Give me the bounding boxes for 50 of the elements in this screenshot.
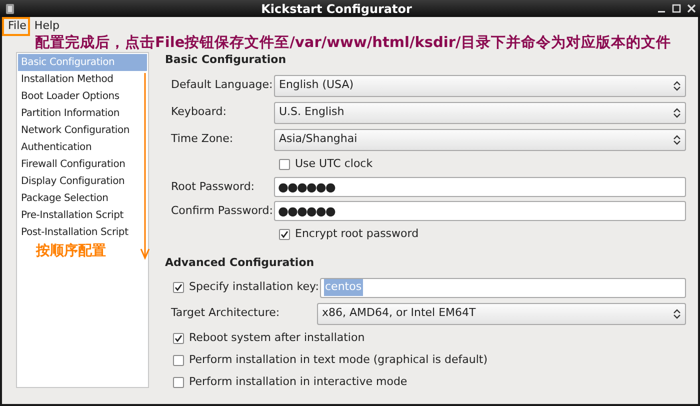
sidebar-item[interactable]: Partition Information	[18, 105, 147, 122]
updown-icon	[673, 134, 681, 146]
checkbox-label[interactable]: Use UTC clock	[295, 156, 373, 172]
highlight-frame	[2, 17, 30, 36]
annotation-note: 按顺序配置	[36, 242, 106, 261]
dropdown[interactable]: x86, AMD64, or Intel EM64T	[317, 302, 686, 324]
checkbox[interactable]	[279, 158, 290, 170]
selected-text: centos	[324, 279, 363, 296]
checkbox[interactable]	[173, 354, 184, 366]
sidebar-item[interactable]: Pre-Installation Script	[18, 207, 147, 224]
field-label: Confirm Password:	[171, 202, 274, 219]
menu-item[interactable]: Help	[30, 18, 64, 34]
field-label: Default Language:	[171, 77, 274, 94]
updown-icon	[673, 106, 681, 118]
updown-icon	[673, 308, 681, 320]
sidebar-item[interactable]: Installation Method	[18, 71, 147, 88]
input-field[interactable]: ●●●●●●	[274, 201, 686, 221]
sidebar-item[interactable]: Package Selection	[18, 190, 147, 207]
updown-icon	[673, 80, 681, 92]
section-heading: Basic Configuration	[165, 52, 288, 68]
checkbox-label[interactable]: Perform installation in interactive mode	[189, 374, 408, 390]
app-icon	[4, 2, 16, 14]
field-label: Root Password:	[171, 178, 256, 195]
checkbox[interactable]	[279, 228, 290, 240]
sidebar-item[interactable]: Firewall Configuration	[18, 156, 147, 173]
checkbox-label[interactable]: Specify installation key:	[189, 279, 320, 296]
sidebar-item[interactable]: Post-Installation Script	[18, 224, 147, 241]
sidebar-item[interactable]: Boot Loader Options	[18, 88, 147, 105]
dropdown[interactable]: English (USA)	[274, 74, 686, 96]
menu-item[interactable]: File	[4, 18, 30, 34]
field-label: Keyboard:	[171, 104, 228, 120]
checkbox-label[interactable]: Encrypt root password	[295, 226, 419, 242]
field-label: Target Architecture:	[171, 305, 281, 322]
dropdown[interactable]: U.S. English	[274, 102, 686, 124]
dropdown[interactable]: Asia/Shanghai	[274, 128, 686, 150]
sidebar-item[interactable]: Display Configuration	[18, 173, 147, 190]
checkbox[interactable]	[173, 376, 184, 388]
sidebar-item[interactable]: Network Configuration	[18, 122, 147, 139]
checkbox[interactable]	[173, 332, 184, 344]
sidebar-item[interactable]: Authentication	[18, 139, 147, 156]
close-icon[interactable]	[687, 4, 696, 13]
input-field[interactable]: ●●●●●●	[274, 177, 686, 197]
checkbox-label[interactable]: Perform installation in text mode (graphical is default)	[189, 352, 488, 368]
field-label: Time Zone:	[171, 131, 234, 148]
window-title: Kickstart Configurator	[260, 0, 413, 18]
annotation-note: 配置完成后，点击File按钮保存文件至/var/www/html/ksdir/目录下并命令为对应版本的文件	[34, 35, 672, 52]
section-heading: Advanced Configuration	[165, 255, 316, 271]
checkbox-label[interactable]: Reboot system after installation	[189, 330, 365, 346]
checkbox[interactable]	[173, 282, 184, 293]
maximize-icon[interactable]	[672, 4, 681, 13]
